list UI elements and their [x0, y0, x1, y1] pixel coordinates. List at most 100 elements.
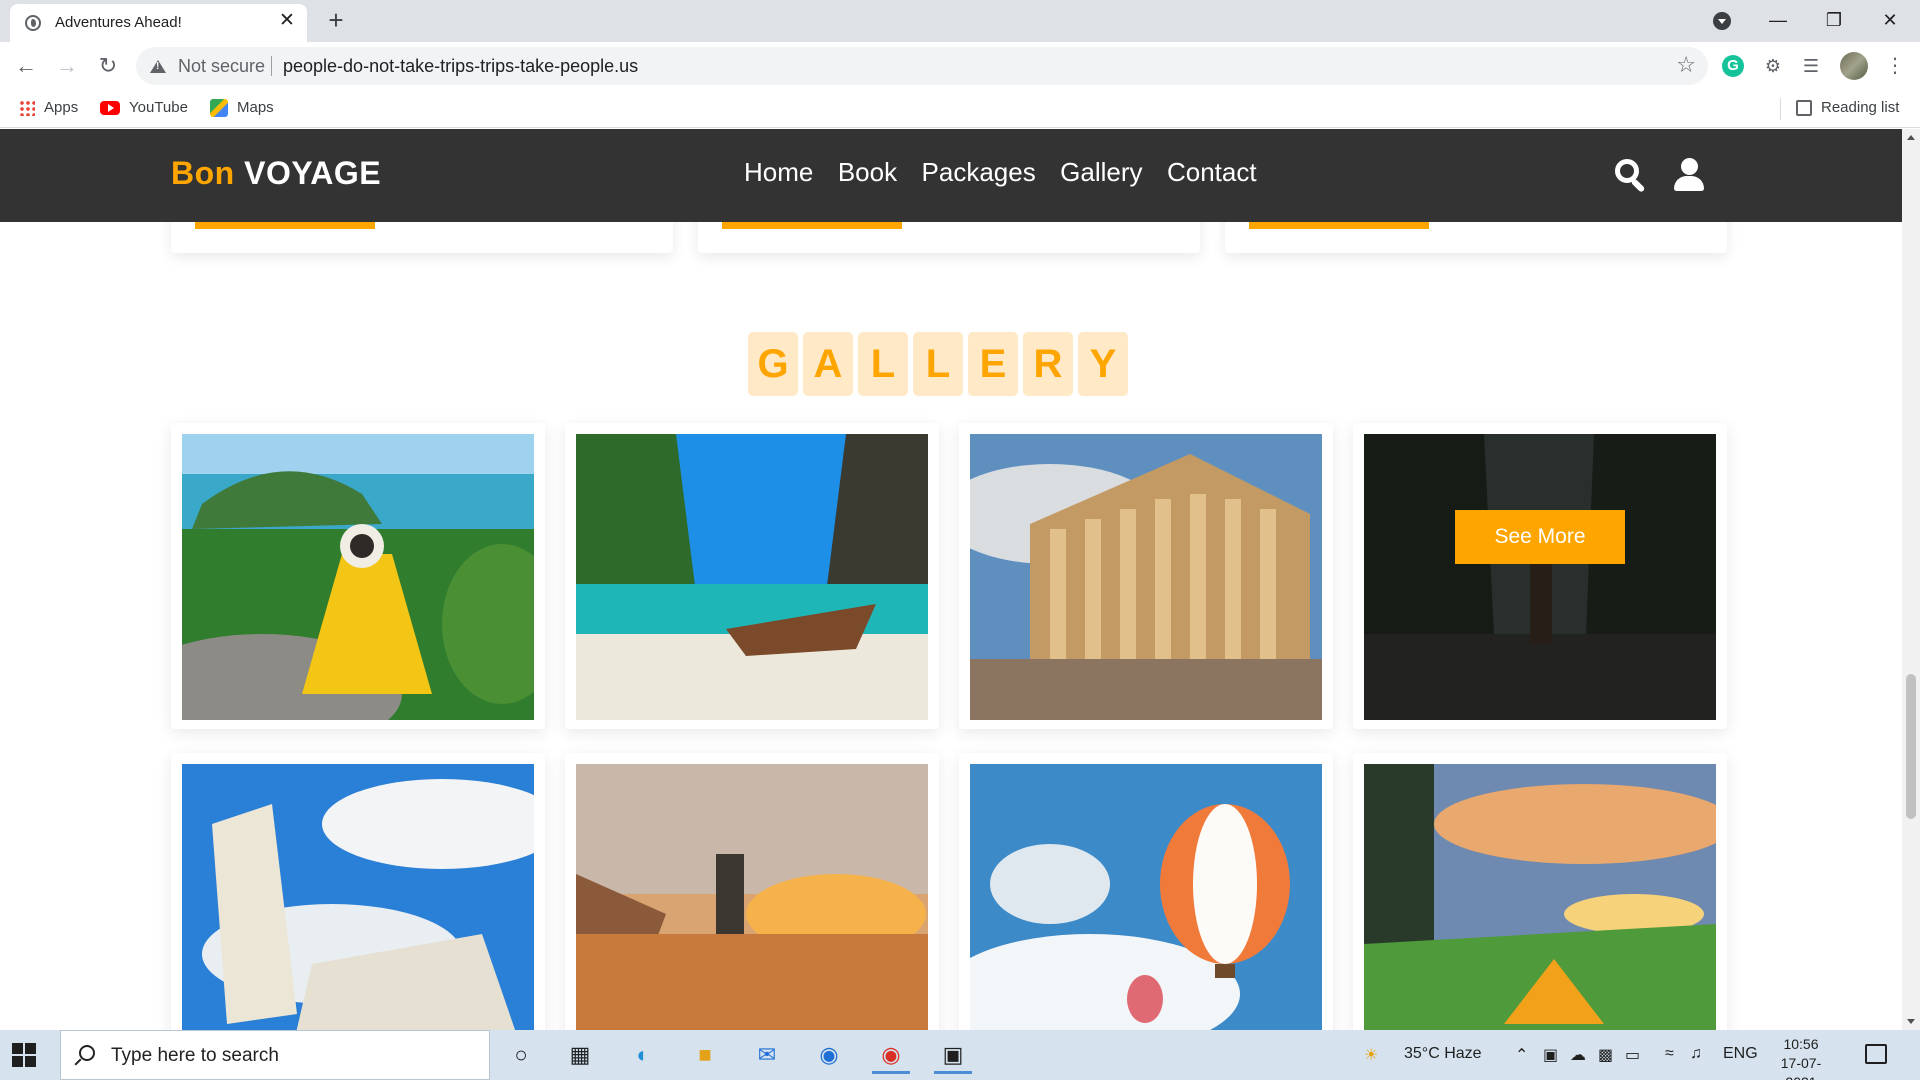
bookmark-youtube[interactable]: YouTube: [100, 99, 188, 116]
gallery-photo-camping: [1364, 764, 1716, 1030]
heading-letter: L: [913, 332, 963, 396]
file-explorer-icon[interactable]: ■: [686, 1036, 724, 1074]
battery-icon[interactable]: ▭: [1625, 1045, 1640, 1065]
scroll-up-arrow-icon[interactable]: [1907, 135, 1915, 140]
nav-packages[interactable]: Packages: [922, 157, 1036, 188]
gallery-card[interactable]: [1353, 753, 1727, 1030]
gallery-card[interactable]: [565, 423, 939, 729]
meet-now-icon[interactable]: ▣: [1543, 1045, 1558, 1065]
user-icon[interactable]: [1672, 158, 1706, 192]
volume-icon[interactable]: ♫: [1690, 1045, 1702, 1063]
security-tray-icon[interactable]: ▩: [1598, 1045, 1613, 1065]
gallery-photo-balloons: [970, 764, 1322, 1030]
gallery-photo-temple-gate: See More: [1364, 434, 1716, 720]
gallery-card[interactable]: [171, 753, 545, 1030]
tab-search-icon[interactable]: [1713, 12, 1731, 30]
book-button-edge[interactable]: [722, 222, 902, 229]
cortana-icon[interactable]: ○: [502, 1036, 540, 1074]
warning-icon[interactable]: [150, 60, 166, 73]
close-tab-icon[interactable]: ✕: [277, 11, 297, 31]
system-clock[interactable]: 10:56 17-07-2021: [1766, 1035, 1836, 1080]
security-label[interactable]: Not secure: [178, 56, 265, 77]
edge-icon[interactable]: ◐: [624, 1036, 662, 1074]
divider: [1780, 98, 1781, 120]
apps-grid-icon: [19, 100, 35, 117]
nav-contact[interactable]: Contact: [1167, 157, 1257, 188]
chrome-icon[interactable]: ◉: [872, 1036, 910, 1074]
nav-gallery[interactable]: Gallery: [1060, 157, 1142, 188]
nav-home[interactable]: Home: [744, 157, 813, 188]
notification-center-icon[interactable]: [1865, 1044, 1887, 1064]
gallery-photo-hiker-beach: [576, 764, 928, 1030]
reading-list-icon: [1796, 100, 1812, 117]
wifi-icon[interactable]: ≈: [1665, 1045, 1674, 1063]
gallery-photo-boat-beach: [576, 434, 928, 720]
close-window-icon[interactable]: ✕: [1862, 2, 1918, 38]
site-nav: Home Book Packages Gallery Contact: [744, 157, 1277, 188]
windows-start-icon[interactable]: [12, 1043, 36, 1067]
bookmarks-bar: Apps YouTube Maps Reading list: [0, 90, 1920, 128]
maps-icon: [210, 99, 228, 118]
scroll-down-arrow-icon[interactable]: [1907, 1019, 1915, 1024]
dell-icon[interactable]: ◉: [810, 1036, 848, 1074]
reading-list-button[interactable]: Reading list: [1796, 99, 1900, 117]
clock-date: 17-07-2021: [1780, 1055, 1822, 1080]
book-button-edge[interactable]: [1249, 222, 1429, 229]
more-menu-icon[interactable]: ⋮: [1885, 52, 1905, 80]
weather-text[interactable]: 35°C Haze: [1404, 1045, 1482, 1063]
clock-time: 10:56: [1783, 1036, 1819, 1052]
back-arrow-icon[interactable]: ←: [10, 50, 42, 82]
gallery-card[interactable]: [959, 753, 1333, 1030]
search-icon[interactable]: [1614, 158, 1648, 193]
page-viewport: Bon VOYAGE Home Book Packages Gallery Co…: [0, 129, 1902, 1030]
divider: [271, 56, 272, 76]
logo-accent: Bon: [171, 155, 235, 191]
grammarly-icon[interactable]: G: [1722, 55, 1744, 77]
image-overlay: [1364, 434, 1716, 720]
gallery-card[interactable]: [565, 753, 939, 1030]
bookmark-apps[interactable]: Apps: [19, 99, 78, 117]
nav-book[interactable]: Book: [838, 157, 897, 188]
browser-toolbar: ← → ↻ Not secure people-do-not-take-trip…: [0, 42, 1920, 90]
site-logo[interactable]: Bon VOYAGE: [171, 155, 381, 192]
gallery-heading: GALLERY: [748, 332, 1133, 396]
media-control-icon[interactable]: ☰: [1798, 53, 1824, 79]
page-scrollbar[interactable]: [1902, 129, 1920, 1030]
heading-letter: G: [748, 332, 798, 396]
profile-avatar[interactable]: [1840, 52, 1868, 80]
forward-arrow-icon[interactable]: →: [51, 50, 83, 82]
globe-icon: [25, 15, 41, 31]
address-bar[interactable]: Not secure people-do-not-take-trips-trip…: [136, 47, 1708, 85]
bookmark-maps[interactable]: Maps: [210, 99, 274, 118]
reading-list-label: Reading list: [1821, 99, 1900, 116]
onedrive-icon[interactable]: ☁: [1570, 1045, 1586, 1065]
minimize-icon[interactable]: —: [1750, 2, 1806, 38]
heading-letter: R: [1023, 332, 1073, 396]
browser-tab[interactable]: Adventures Ahead! ✕: [10, 4, 307, 42]
book-button-edge[interactable]: [195, 222, 375, 229]
url-text[interactable]: people-do-not-take-trips-trips-take-peop…: [283, 56, 638, 77]
show-hidden-icons[interactable]: ⌃: [1515, 1045, 1528, 1065]
pycharm-icon[interactable]: ▣: [934, 1036, 972, 1074]
language-indicator[interactable]: ENG: [1723, 1045, 1758, 1063]
reload-icon[interactable]: ↻: [92, 50, 124, 82]
task-view-icon[interactable]: ▦: [561, 1036, 599, 1074]
gallery-card[interactable]: [959, 423, 1333, 729]
bookmark-star-icon[interactable]: ☆: [1676, 52, 1696, 78]
gallery-photo-pisa: [182, 764, 534, 1030]
youtube-icon: [100, 101, 120, 116]
gallery-card[interactable]: See More: [1353, 423, 1727, 729]
gallery-card[interactable]: [171, 423, 545, 729]
taskbar-search-box[interactable]: Type here to search: [60, 1030, 490, 1080]
heading-letter: L: [858, 332, 908, 396]
weather-icon[interactable]: ☀: [1364, 1045, 1378, 1065]
see-more-button[interactable]: See More: [1455, 510, 1625, 564]
scroll-thumb[interactable]: [1906, 674, 1916, 819]
mail-icon[interactable]: ✉: [748, 1036, 786, 1074]
heading-letter: E: [968, 332, 1018, 396]
restore-icon[interactable]: ❐: [1806, 2, 1862, 38]
tab-title: Adventures Ahead!: [55, 14, 182, 31]
extensions-puzzle-icon[interactable]: ⚙: [1760, 53, 1786, 79]
heading-letter: Y: [1078, 332, 1128, 396]
new-tab-button[interactable]: +: [322, 7, 350, 35]
